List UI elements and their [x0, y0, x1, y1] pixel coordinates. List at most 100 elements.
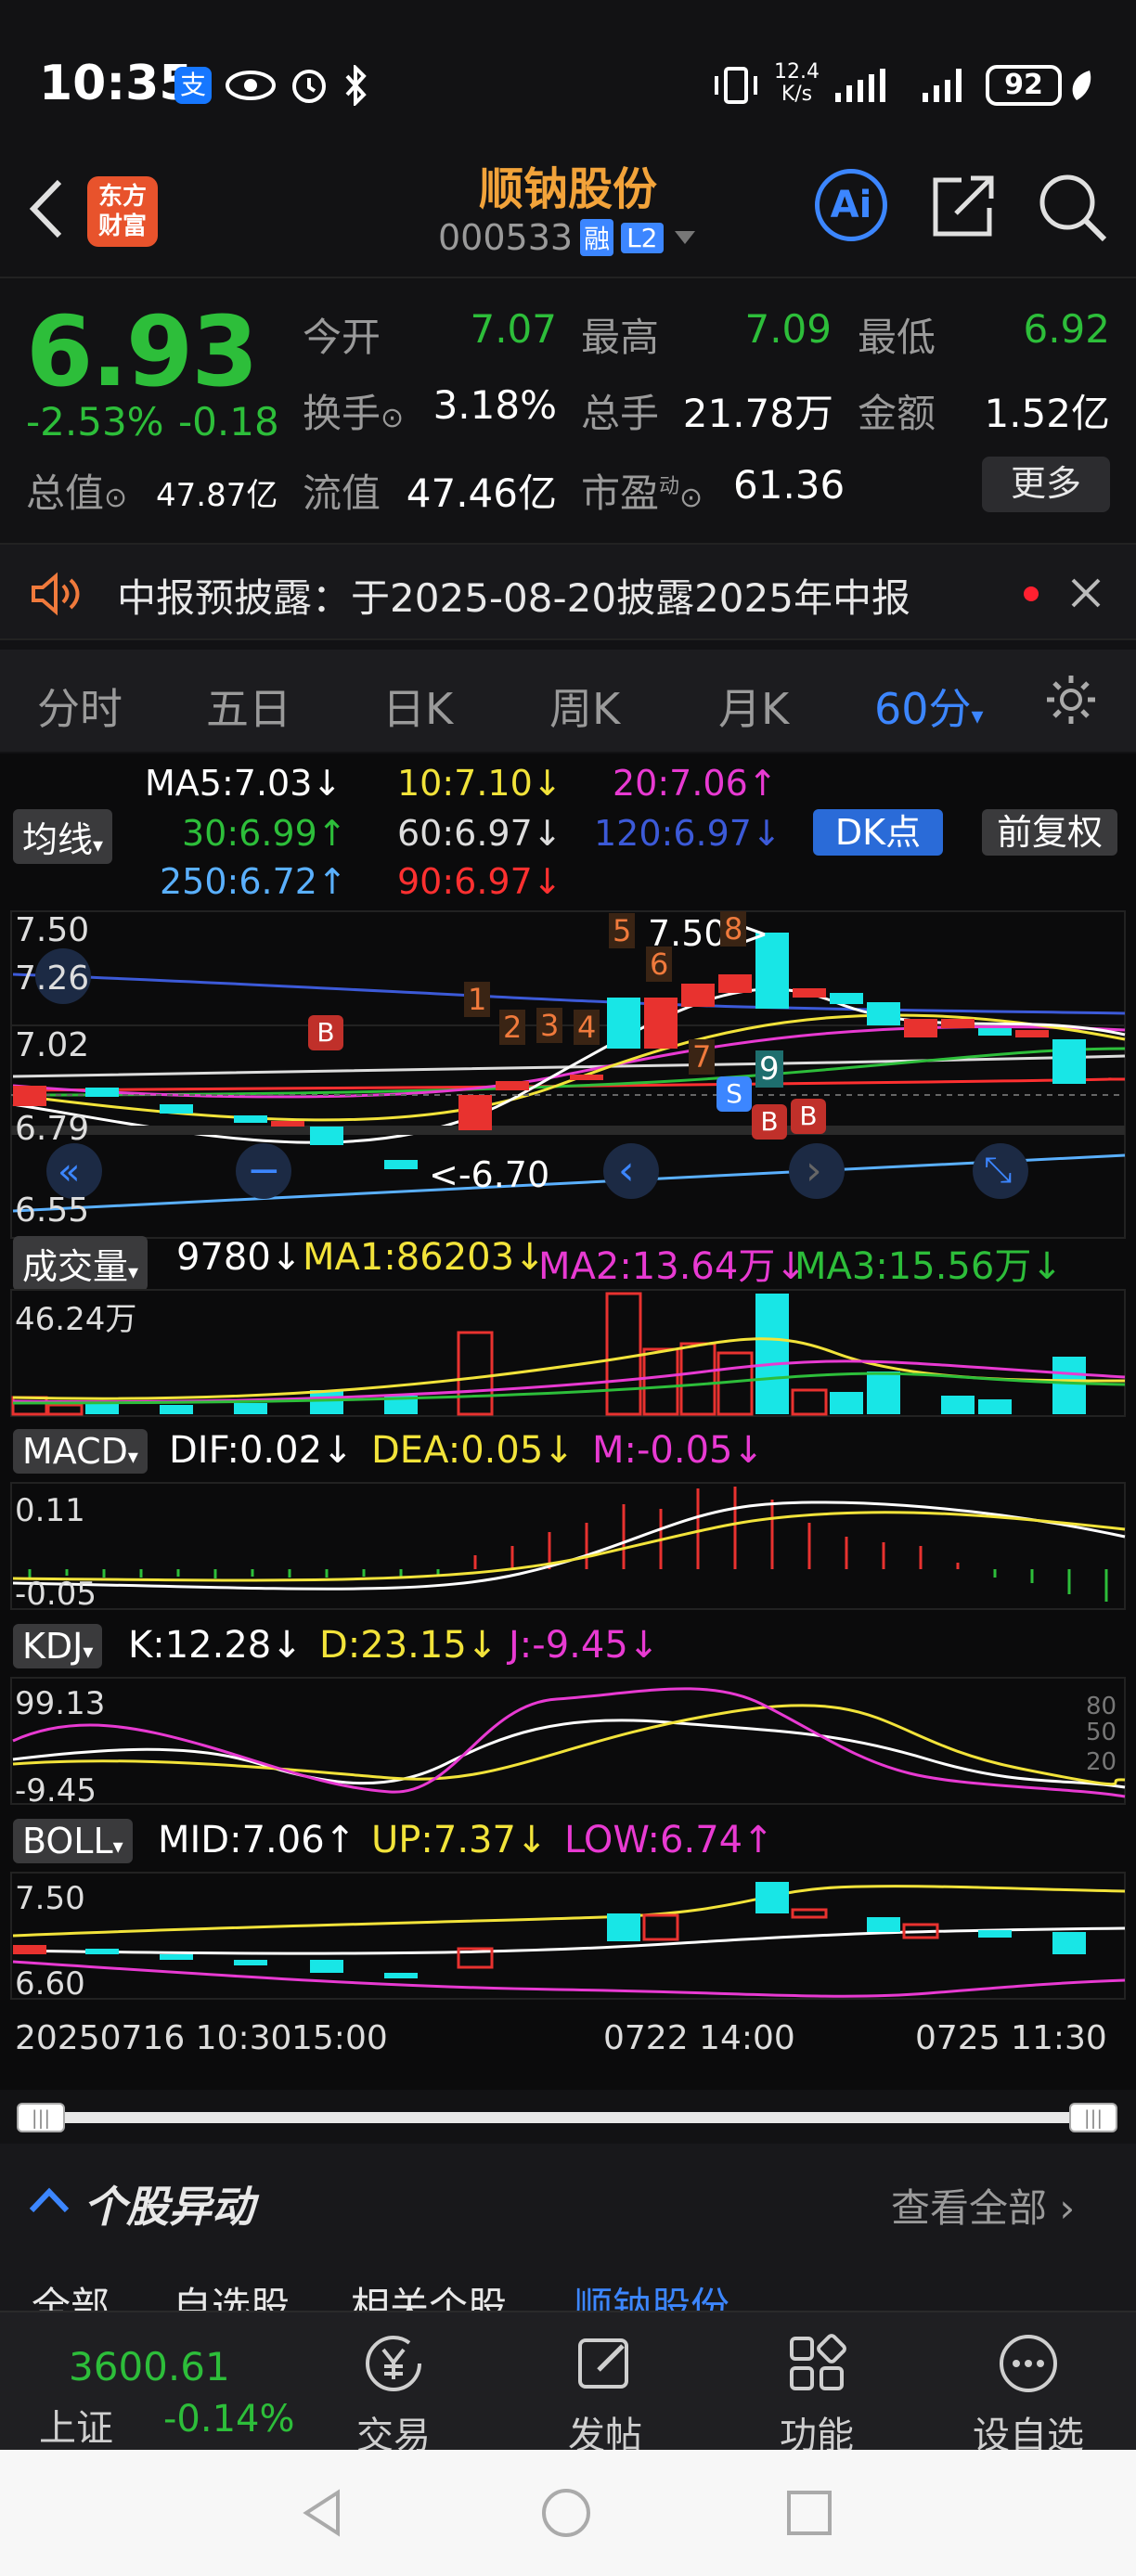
price-tick-2: 7.26	[15, 960, 90, 998]
stock-code: 000533	[438, 217, 574, 258]
chevron-left-icon[interactable]: ‹	[618, 1147, 635, 1194]
ma250-line	[12, 1153, 1126, 1213]
macd-dif: DIF:0.02↓	[169, 1429, 354, 1472]
tab-five-day[interactable]: 五日	[206, 676, 291, 737]
stock-header: 东方 财富 顺钠股份 000533 融 L2 Ai	[0, 148, 1136, 278]
nav-back-icon[interactable]	[299, 2487, 345, 2539]
high-value: 7.09	[744, 306, 832, 352]
ma120-label: 120:6.97↓	[594, 813, 781, 854]
low-marker: <-6.70	[429, 1154, 550, 1195]
volume-label: 总手	[581, 391, 660, 436]
low-label: 最低	[858, 315, 936, 360]
price-tick-3: 7.02	[15, 1026, 90, 1064]
eye-icon	[226, 71, 276, 100]
kdj-right-tick: 80	[1086, 1693, 1117, 1720]
volume-value: 21.78万	[682, 391, 833, 436]
function-grid-icon	[790, 2334, 846, 2390]
share-icon[interactable]	[928, 171, 999, 241]
leaf-charge-icon	[1072, 71, 1091, 100]
expand-icon[interactable]: ⤡	[984, 1149, 1012, 1191]
boll-panel[interactable]	[0, 1871, 1136, 2003]
stock-code-row[interactable]: 000533 融 L2	[438, 217, 699, 258]
index-value[interactable]: 3600.61	[69, 2344, 230, 2389]
tab-weekly-k[interactable]: 周K	[549, 676, 620, 737]
close-icon[interactable]	[1069, 576, 1103, 610]
notice-text: 中报预披露：于2025-08-20披露2025年中报	[117, 575, 910, 621]
more-button[interactable]: 更多	[982, 457, 1110, 512]
kline-chart-area[interactable]: MA5:7.03↓ 10:7.10↓ 20:7.06↑ 均线▾ 30:6.99↑…	[0, 753, 1136, 2090]
zoom-out-icon[interactable]: «	[58, 1151, 80, 1193]
level2-badge: L2	[621, 222, 664, 253]
nav-recents-icon[interactable]	[785, 2489, 833, 2537]
boll-low: LOW:6.74↑	[564, 1819, 774, 1861]
adjust-button[interactable]: 前复权	[982, 809, 1117, 856]
dk-button[interactable]: DK点	[813, 809, 943, 856]
nine-digit: 9	[755, 1050, 783, 1088]
more-dots-icon	[1000, 2335, 1057, 2392]
collapse-chevron-icon[interactable]	[28, 2186, 71, 2214]
subtab-this-stock[interactable]: 顺钠股份	[574, 2275, 729, 2311]
speaker-icon	[32, 572, 80, 616]
buy-signal-icon: B	[308, 1015, 343, 1050]
signal-1-icon	[835, 69, 885, 102]
range-slider[interactable]	[19, 2112, 1117, 2123]
kdj-k: K:12.28↓	[128, 1624, 303, 1667]
alarm-icon	[292, 70, 326, 103]
ma-selector[interactable]: 均线▾	[13, 809, 113, 864]
tab-intraday[interactable]: 分时	[37, 676, 123, 737]
ai-button[interactable]: Ai	[815, 169, 887, 241]
float-cap-label: 流值	[303, 470, 381, 516]
system-navigation-bar	[0, 2450, 1136, 2576]
total-cap-value: 47.87亿	[156, 477, 278, 514]
trade-button[interactable]: 交易	[310, 2331, 477, 2459]
macd-tick-top: 0.11	[15, 1492, 85, 1529]
nine-digit: 2	[499, 1010, 526, 1045]
volume-panel[interactable]	[0, 1288, 1136, 1420]
ma60-label: 60:6.97↓	[397, 813, 562, 854]
ma10-label: 10:7.10↓	[397, 763, 562, 804]
signal-2-icon	[923, 69, 962, 102]
ma90-label: 90:6.97↓	[397, 861, 562, 902]
subtab-related[interactable]: 相关个股	[351, 2275, 507, 2311]
price-tick-4: 6.79	[15, 1110, 90, 1148]
search-icon[interactable]	[1036, 171, 1110, 245]
price-tick-1: 7.50	[15, 911, 90, 949]
status-bar: 10:35 支 12.4 K/s 92	[0, 0, 1136, 158]
nine-digit: 3	[536, 1008, 563, 1043]
subtab-watchlist[interactable]: 自选股	[173, 2275, 290, 2311]
movers-subtabs: 全部 自选股 相关个股 顺钠股份	[0, 2255, 1136, 2311]
ma5-label: MA5:7.03↓	[145, 763, 342, 804]
index-change: -0.14%	[163, 2398, 295, 2441]
tab-daily-k[interactable]: 日K	[382, 676, 453, 737]
macd-panel[interactable]	[0, 1481, 1136, 1613]
margin-badge: 融	[580, 219, 614, 256]
float-cap-value: 47.46亿	[406, 470, 557, 516]
minus-icon[interactable]: −	[247, 1147, 281, 1194]
nav-home-icon[interactable]	[540, 2487, 592, 2539]
range-handle-left[interactable]: |||	[17, 2103, 65, 2132]
buy-signal-icon: B	[752, 1104, 787, 1140]
kdj-tick-bottom: -9.45	[15, 1772, 97, 1810]
total-cap-label: 总值⊙	[26, 470, 128, 516]
volume-bars	[11, 1292, 1086, 1416]
price-panel[interactable]	[0, 909, 1136, 1243]
pe-value: 61.36	[733, 462, 846, 508]
function-button[interactable]: 功能	[733, 2331, 900, 2459]
add-watchlist-button[interactable]: 设自选	[945, 2331, 1112, 2459]
kdj-selector[interactable]: KDJ▾	[13, 1624, 103, 1668]
alipay-icon: 支	[174, 67, 212, 104]
notice-bar[interactable]: 中报预披露：于2025-08-20披露2025年中报	[0, 543, 1136, 640]
volume-selector[interactable]: 成交量▾	[13, 1236, 148, 1291]
subtab-all[interactable]: 全部	[32, 2275, 110, 2311]
view-all-link[interactable]: 查看全部 ›	[891, 2177, 1075, 2234]
kdj-panel[interactable]	[0, 1676, 1136, 1808]
tab-60min[interactable]: 60分▾	[874, 676, 984, 737]
boll-selector[interactable]: BOLL▾	[13, 1819, 133, 1863]
chevron-right-icon[interactable]: ›	[806, 1147, 822, 1194]
macd-selector[interactable]: MACD▾	[13, 1429, 148, 1474]
price-tick-5: 6.55	[15, 1191, 90, 1230]
range-handle-right[interactable]: |||	[1069, 2103, 1117, 2132]
post-button[interactable]: 发帖	[522, 2331, 689, 2459]
gear-icon[interactable]	[1043, 672, 1099, 728]
tab-monthly-k[interactable]: 月K	[718, 676, 789, 737]
